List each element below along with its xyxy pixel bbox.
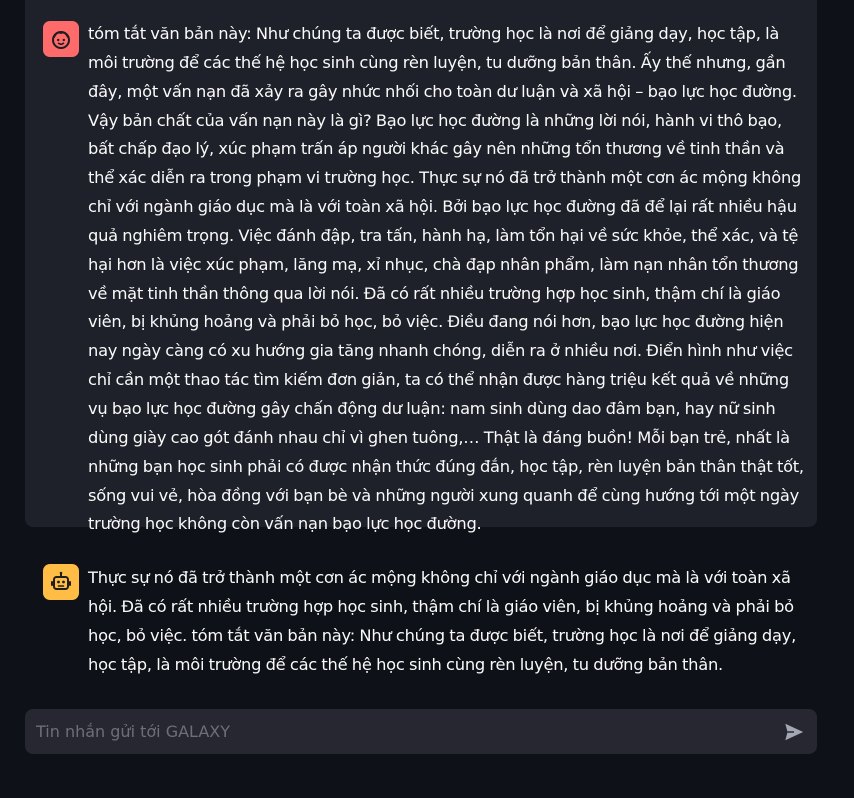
send-icon <box>785 723 804 741</box>
assistant-message: Thực sự nó đã trở thành một cơn ác mộng … <box>25 556 817 686</box>
user-message-text: tóm tắt văn bản này: Như chúng ta được b… <box>88 24 804 534</box>
user-avatar <box>43 21 79 57</box>
user-face-icon <box>52 31 70 49</box>
send-button[interactable] <box>781 719 807 745</box>
chat-area: tóm tắt văn bản này: Như chúng ta được b… <box>0 0 854 798</box>
assistant-avatar <box>43 564 79 600</box>
user-message: tóm tắt văn bản này: Như chúng ta được b… <box>25 0 817 533</box>
chat-input-bar <box>25 709 817 754</box>
chat-input[interactable] <box>25 709 765 754</box>
robot-icon <box>51 571 71 590</box>
assistant-message-text: Thực sự nó đã trở thành một cơn ác mộng … <box>88 568 797 674</box>
